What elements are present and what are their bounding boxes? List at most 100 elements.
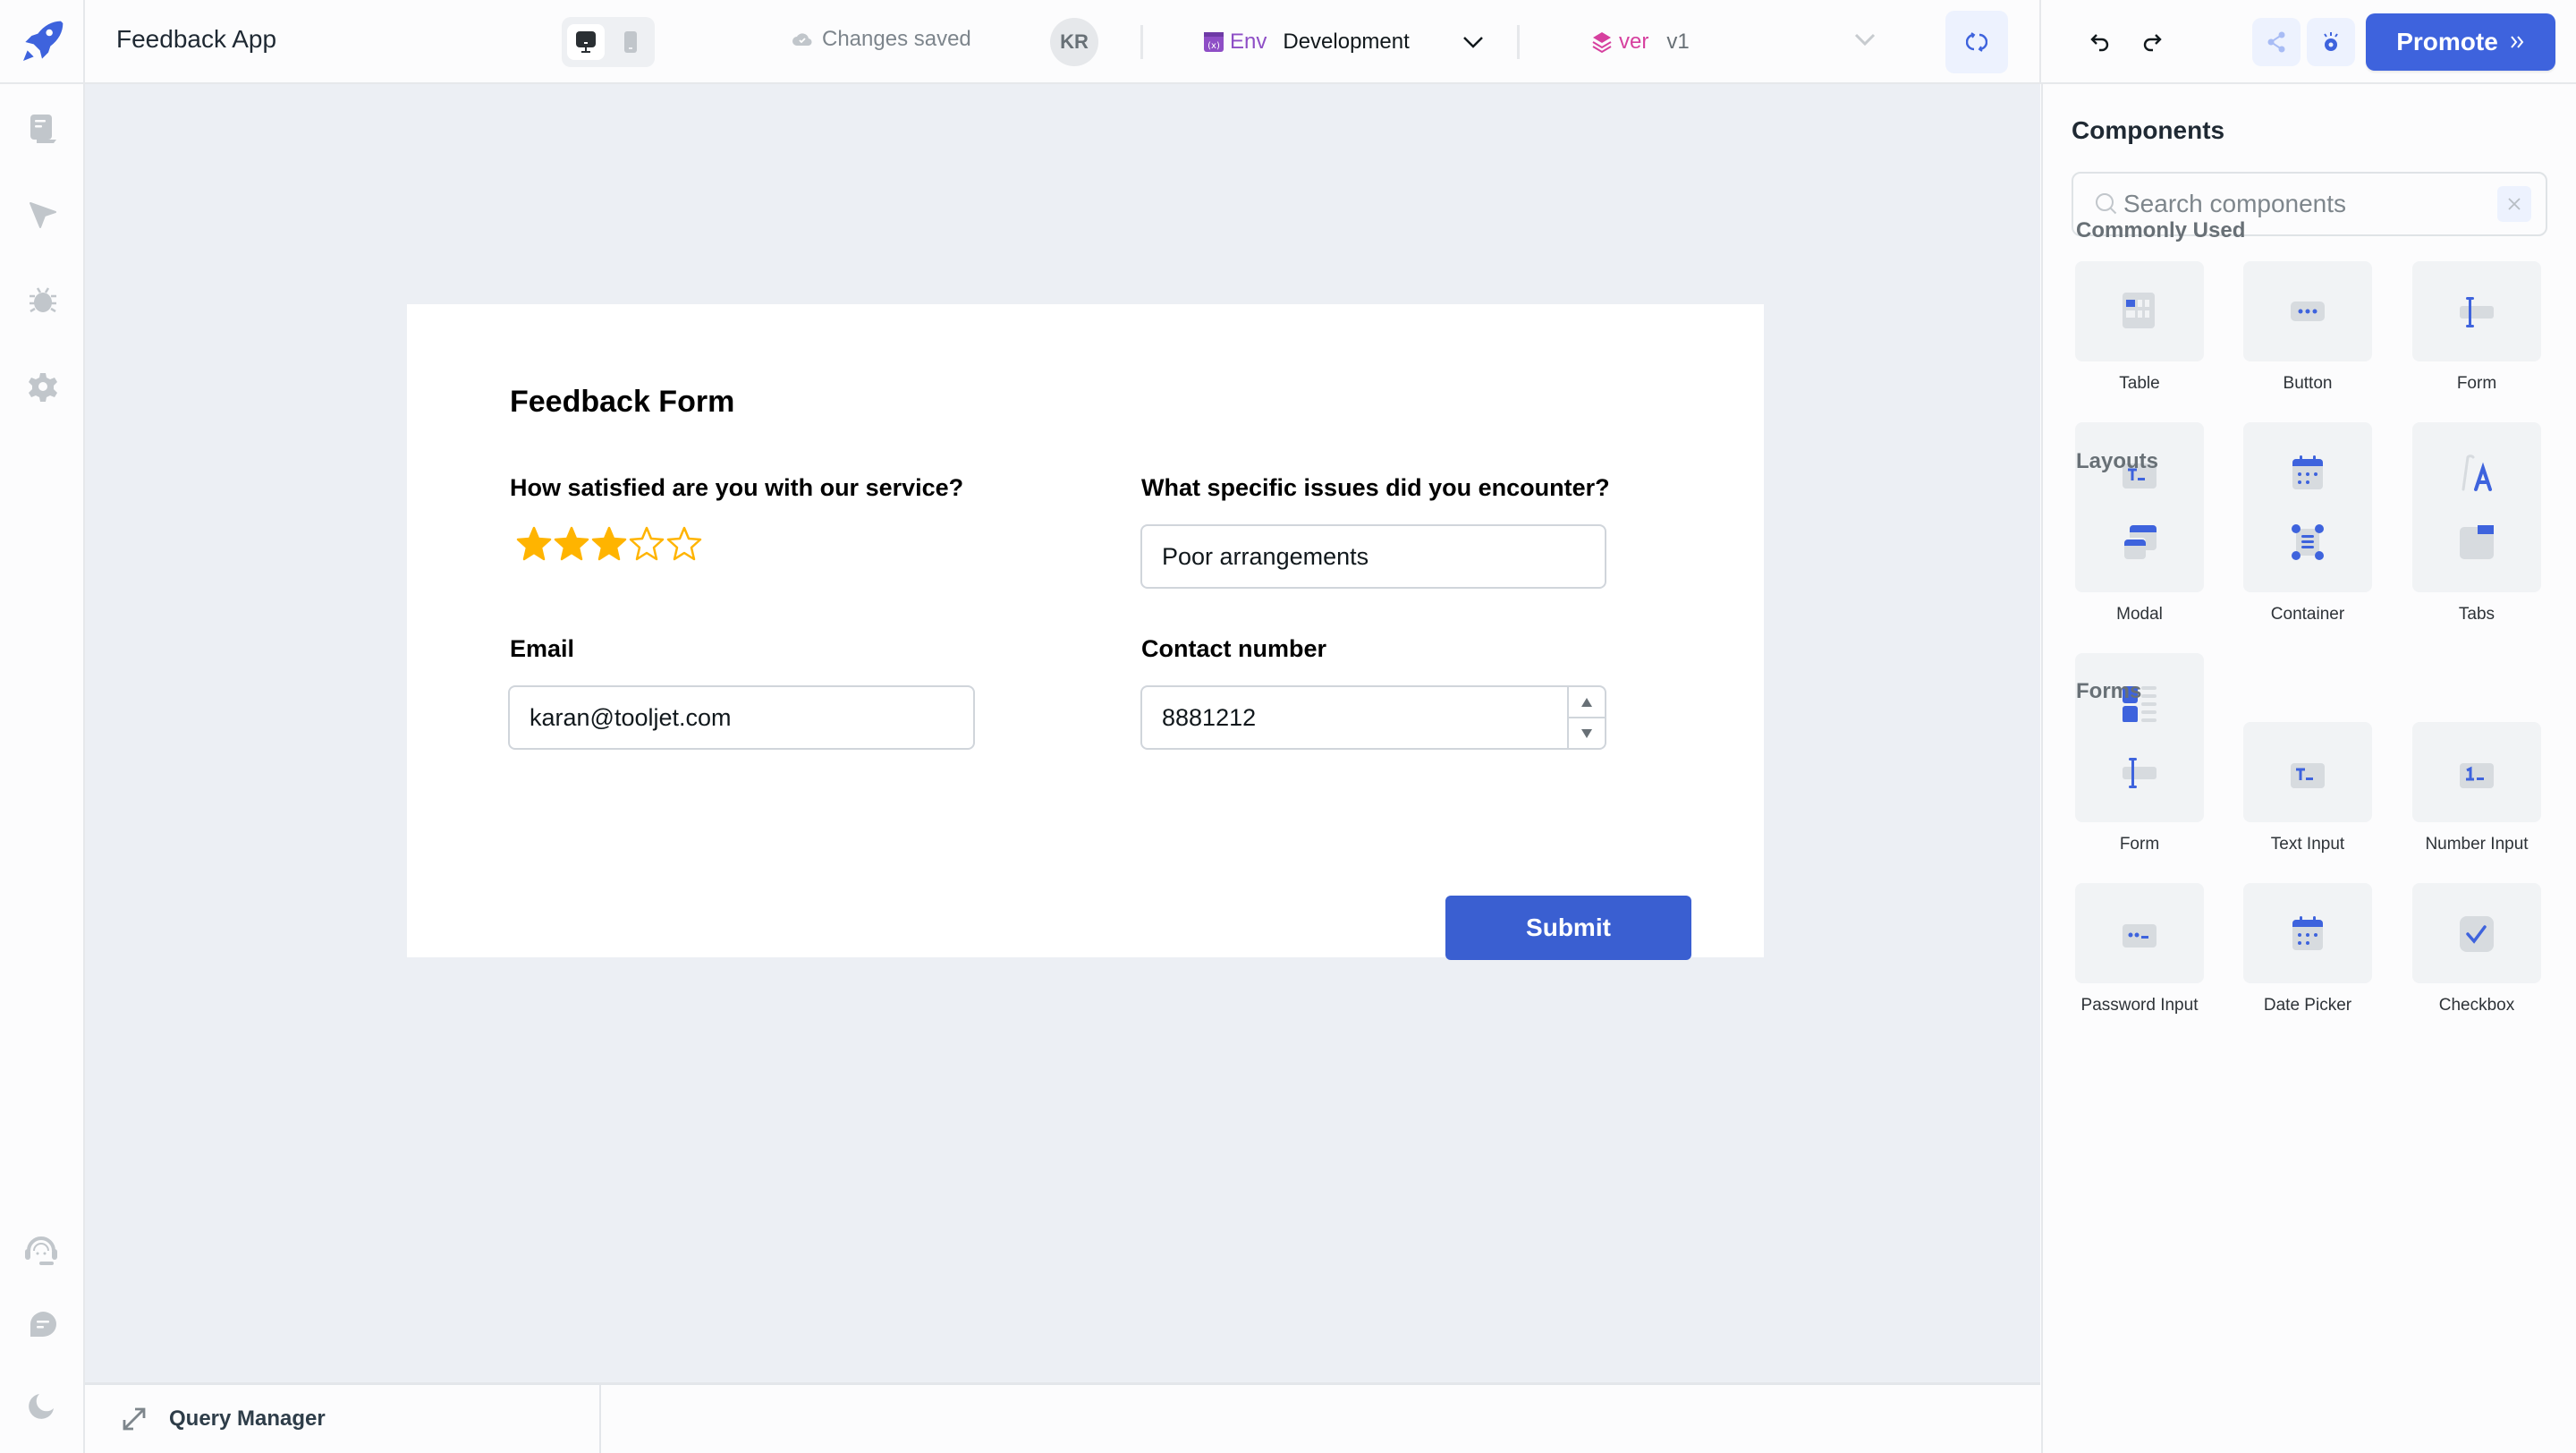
component-icon-box (2412, 492, 2541, 592)
text-icon (2462, 455, 2492, 491)
contact-number-input[interactable]: 8881212 (1140, 685, 1606, 750)
star-filled-icon[interactable] (591, 526, 627, 562)
sidebar-item-comments[interactable] (25, 1306, 61, 1342)
eye-icon (2324, 32, 2338, 51)
star-rating[interactable] (516, 526, 702, 562)
preview-button[interactable] (2307, 18, 2355, 66)
env-value: Development (1283, 30, 1410, 54)
component-tile-modal[interactable]: Modal (2059, 492, 2220, 625)
undo-button[interactable] (2082, 25, 2118, 61)
checkbox-icon (2460, 916, 2494, 952)
component-tile-form[interactable]: Form (2396, 261, 2557, 394)
divider (2039, 0, 2041, 84)
component-icon-box (2075, 492, 2204, 592)
component-icon-box (2075, 261, 2204, 361)
email-value: karan@tooljet.com (530, 703, 732, 731)
version-selector[interactable]: ver v1 (1590, 21, 1877, 63)
editor-canvas[interactable]: Feedback Form How satisfied are you with… (85, 84, 2040, 1382)
star-filled-icon[interactable] (516, 526, 552, 562)
calendar-icon (2292, 916, 2323, 950)
caret-down-icon (1581, 728, 1592, 738)
component-icon-box (2243, 722, 2372, 822)
mobile-view-button[interactable] (612, 24, 649, 60)
component-tile-number-input[interactable]: Number Input (2396, 722, 2557, 854)
component-label: Date Picker (2263, 996, 2352, 1015)
star-empty-icon[interactable] (666, 526, 702, 562)
desktop-view-button[interactable] (567, 24, 605, 60)
close-icon (2508, 198, 2521, 210)
increment-button[interactable] (1569, 687, 1605, 718)
chevron-down-icon (1462, 37, 1483, 48)
version-value: v1 (1666, 30, 1690, 54)
user-avatar[interactable]: KR (1050, 18, 1098, 66)
component-tile-container[interactable]: Container (2227, 492, 2388, 625)
query-manager-label: Query Manager (169, 1406, 326, 1431)
component-label: Container (2270, 605, 2345, 624)
form-icon (2460, 297, 2494, 327)
tabs-icon (2460, 525, 2494, 559)
query-manager-toggle[interactable]: Query Manager (85, 1385, 601, 1453)
component-tile-checkbox[interactable]: Checkbox (2396, 883, 2557, 1015)
section-title: Layouts (2076, 449, 2159, 473)
components-panel: Components Commonly Used Table Button (2041, 84, 2576, 1453)
password-input-icon (2123, 924, 2157, 947)
query-manager-bar: Query Manager (85, 1382, 2040, 1453)
save-status: Changes saved (792, 27, 971, 52)
app-title[interactable]: Feedback App (116, 25, 276, 54)
star-filled-icon[interactable] (554, 526, 589, 562)
app-page-card: Feedback Form How satisfied are you with… (407, 304, 1764, 960)
svg-text:(x): (x) (1208, 41, 1220, 51)
version-tag: ver (1590, 30, 1648, 55)
sidebar-item-pages[interactable] (25, 111, 61, 147)
contact-value: 8881212 (1162, 703, 1257, 731)
component-tile-form[interactable]: Form (2059, 722, 2220, 854)
chevron-down-icon (1854, 33, 1876, 47)
redo-button[interactable] (2134, 25, 2170, 61)
device-toggle (562, 17, 655, 67)
modal-icon (2123, 525, 2157, 559)
component-icon-box (2075, 883, 2204, 983)
env-tag: (x) Env (1203, 30, 1267, 55)
issues-input[interactable]: Poor arrangements (1140, 524, 1606, 589)
component-tile-password-input[interactable]: Password Input (2059, 883, 2220, 1015)
component-tile-button[interactable]: Button (2227, 261, 2388, 394)
component-label: Checkbox (2438, 996, 2515, 1015)
gear-icon (29, 373, 57, 402)
component-icon-box (2243, 492, 2372, 592)
component-label: Text Input (2270, 835, 2345, 854)
double-chevron-right-icon (2511, 36, 2524, 48)
button-icon (2291, 302, 2325, 321)
search-input[interactable] (2123, 190, 2481, 218)
sidebar-item-settings[interactable] (25, 369, 61, 404)
form-title: Feedback Form (510, 385, 735, 419)
sidebar-item-inspector[interactable] (25, 197, 61, 233)
comment-icon (30, 1312, 56, 1337)
component-tile-date-picker[interactable]: Date Picker (2227, 883, 2388, 1015)
sidebar-item-support[interactable] (23, 1231, 59, 1267)
star-empty-icon[interactable] (629, 526, 665, 562)
mobile-icon (624, 31, 637, 53)
component-tile-table[interactable]: Table (2059, 261, 2220, 394)
refresh-button[interactable] (1945, 11, 2008, 73)
caret-up-icon (1581, 697, 1592, 707)
submit-button[interactable]: Submit (1445, 896, 1691, 960)
component-icon-box (2412, 722, 2541, 822)
number-input-icon (2460, 763, 2494, 788)
share-button[interactable] (2252, 18, 2301, 66)
promote-label: Promote (2396, 28, 2498, 55)
theme-toggle[interactable] (25, 1389, 61, 1424)
logo[interactable] (0, 0, 85, 84)
environment-selector[interactable]: (x) Env Development (1203, 21, 1485, 63)
decrement-button[interactable] (1569, 718, 1605, 748)
divider (1140, 25, 1143, 59)
component-tile-tabs[interactable]: Tabs (2396, 492, 2557, 625)
sidebar-item-debugger[interactable] (25, 283, 61, 319)
email-input[interactable]: karan@tooljet.com (508, 685, 975, 750)
promote-button[interactable]: Promote (2366, 13, 2555, 71)
clear-search-button[interactable] (2497, 186, 2531, 222)
component-tile-text-input[interactable]: Text Input (2227, 722, 2388, 854)
panel-title: Components (2072, 116, 2225, 144)
page-icon (30, 115, 56, 143)
rocket-icon (22, 21, 63, 61)
component-label: Number Input (2425, 835, 2529, 854)
